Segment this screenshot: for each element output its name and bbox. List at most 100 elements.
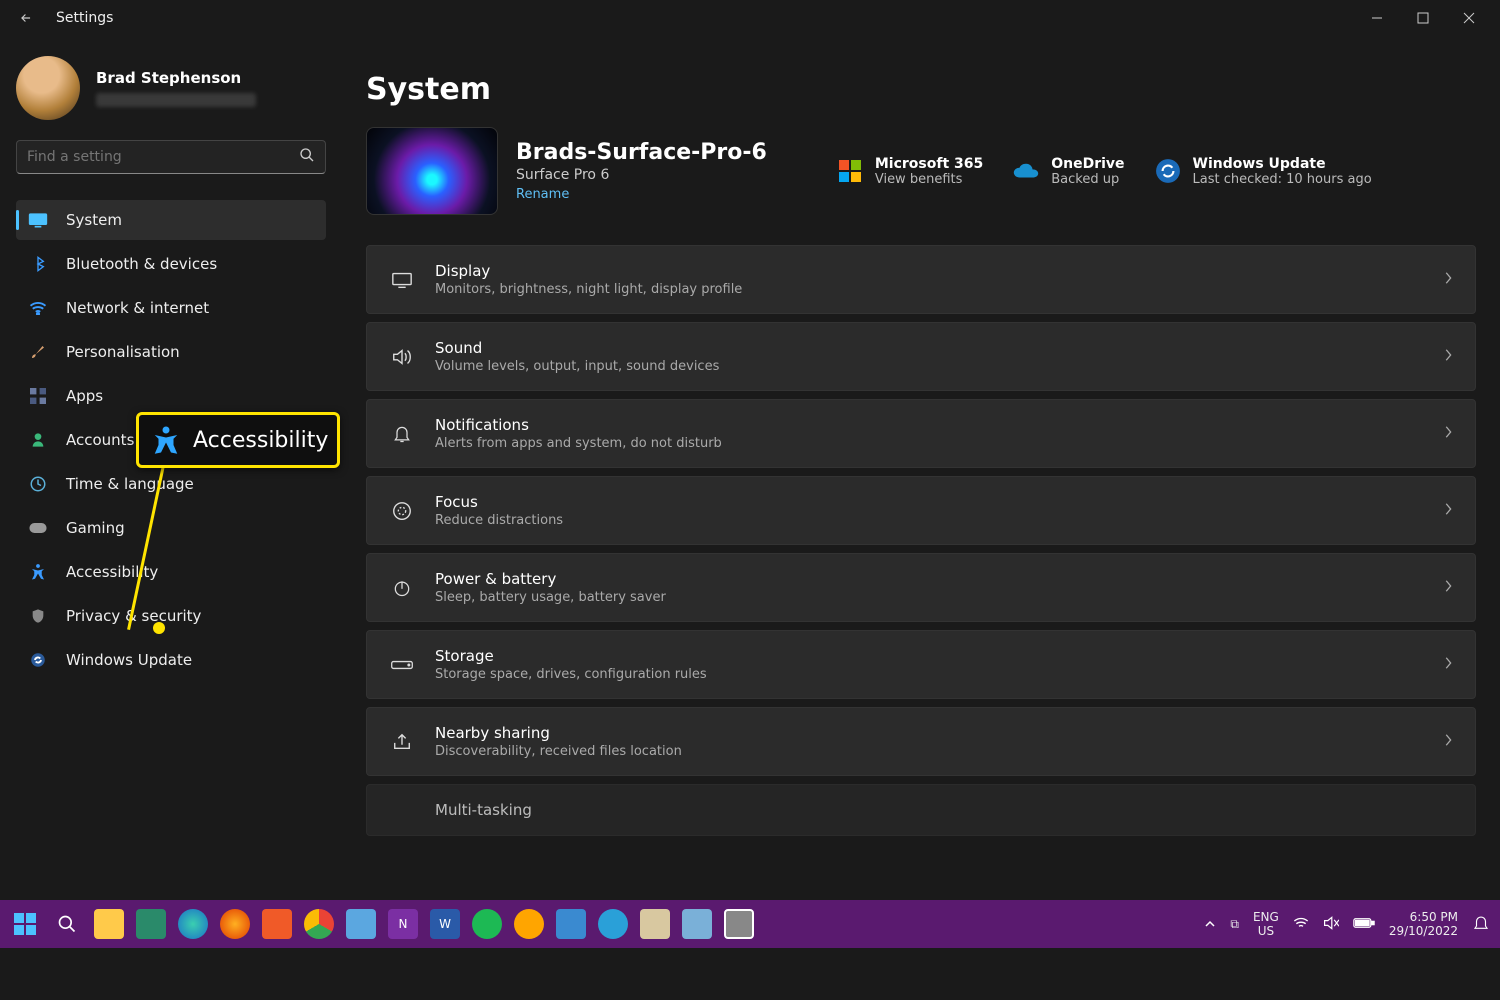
device-name: Brads-Surface-Pro-6	[516, 140, 767, 165]
settings-icon[interactable]	[724, 909, 754, 939]
maximize-button[interactable]	[1400, 2, 1446, 34]
file-explorer-icon[interactable]	[94, 909, 124, 939]
firefox-icon[interactable]	[220, 909, 250, 939]
row-sub: Sleep, battery usage, battery saver	[435, 590, 1423, 605]
chip-sub: View benefits	[875, 172, 983, 187]
clock-globe-icon	[28, 475, 48, 493]
app-icon[interactable]	[346, 909, 376, 939]
nav-network[interactable]: Network & internet	[16, 288, 326, 328]
nav-label: Gaming	[66, 519, 125, 537]
row-display[interactable]: DisplayMonitors, brightness, night light…	[366, 245, 1476, 314]
row-sub: Reduce distractions	[435, 513, 1423, 528]
nav-bluetooth[interactable]: Bluetooth & devices	[16, 244, 326, 284]
telegram-icon[interactable]	[598, 909, 628, 939]
minimize-button[interactable]	[1354, 2, 1400, 34]
update-icon	[28, 651, 48, 669]
accessibility-icon	[28, 563, 48, 581]
row-sound[interactable]: Sound Volume levels, output, input, sound…	[366, 322, 1476, 391]
onenote-icon[interactable]: N	[388, 909, 418, 939]
row-title: Notifications	[435, 416, 1423, 434]
chevron-right-icon	[1443, 424, 1453, 443]
app-icon[interactable]	[556, 909, 586, 939]
chip-title: OneDrive	[1051, 156, 1124, 172]
brave-icon[interactable]	[262, 909, 292, 939]
dropbox-tray-icon[interactable]: ⧉	[1230, 917, 1239, 932]
chevron-right-icon	[1443, 501, 1453, 520]
chip-title: Windows Update	[1193, 156, 1372, 172]
display-icon	[389, 271, 415, 289]
language-indicator[interactable]: ENGUS	[1253, 910, 1279, 939]
app-icon[interactable]	[640, 909, 670, 939]
nav-list: System Bluetooth & devices Network & int…	[16, 200, 326, 680]
user-email-blurred	[96, 93, 256, 107]
chip-title: Microsoft 365	[875, 156, 983, 172]
titlebar: Settings	[0, 0, 1500, 36]
device-rename-link[interactable]: Rename	[516, 187, 767, 202]
word-icon[interactable]: W	[430, 909, 460, 939]
row-sub: Volume levels, output, input, sound devi…	[435, 359, 1423, 374]
edge-icon[interactable]	[178, 909, 208, 939]
chip-windows-update[interactable]: Windows UpdateLast checked: 10 hours ago	[1155, 156, 1372, 187]
row-title: Storage	[435, 647, 1423, 665]
wifi-tray-icon[interactable]	[1293, 917, 1309, 932]
nav-accessibility[interactable]: Accessibility	[16, 552, 326, 592]
row-sub: Storage space, drives, configuration rul…	[435, 667, 1423, 682]
clock[interactable]: 6:50 PM29/10/2022	[1389, 910, 1458, 939]
back-button[interactable]	[8, 0, 44, 36]
onedrive-icon	[1013, 158, 1039, 184]
close-button[interactable]	[1446, 2, 1492, 34]
taskbar[interactable]: N W ⧉ ENGUS 6:50 PM29/10/2022	[0, 900, 1500, 948]
chip-sub: Backed up	[1051, 172, 1124, 187]
nav-label: Time & language	[66, 475, 194, 493]
row-storage[interactable]: Storage Storage space, drives, configurat…	[366, 630, 1476, 699]
row-multitasking[interactable]: Multi-tasking	[366, 784, 1476, 836]
nav-personalisation[interactable]: Personalisation	[16, 332, 326, 372]
nav-system[interactable]: System	[16, 200, 326, 240]
row-nearby-sharing[interactable]: Nearby sharing Discoverability, received …	[366, 707, 1476, 776]
nav-apps[interactable]: Apps	[16, 376, 326, 416]
row-title: Focus	[435, 493, 1423, 511]
row-focus[interactable]: Focus Reduce distractions	[366, 476, 1476, 545]
taskbar-search-icon[interactable]	[52, 909, 82, 939]
nav-windows-update[interactable]: Windows Update	[16, 640, 326, 680]
chevron-right-icon	[1443, 347, 1453, 366]
main-content: System Brads-Surface-Pro-6 Surface Pro 6…	[342, 36, 1500, 900]
notifications-tray-icon[interactable]	[1472, 914, 1490, 935]
chip-onedrive[interactable]: OneDriveBacked up	[1013, 156, 1124, 187]
chevron-right-icon	[1443, 655, 1453, 674]
row-notifications[interactable]: NotificationsAlerts from apps and system…	[366, 399, 1476, 468]
spotify-icon[interactable]	[472, 909, 502, 939]
row-title: Multi-tasking	[435, 801, 1453, 819]
user-block[interactable]: Brad Stephenson	[16, 48, 326, 132]
chip-m365[interactable]: Microsoft 365View benefits	[837, 156, 983, 187]
row-power[interactable]: Power & battery Sleep, battery usage, bat…	[366, 553, 1476, 622]
chrome-icon[interactable]	[304, 909, 334, 939]
nav-label: Accounts	[66, 431, 134, 449]
chevron-right-icon	[1443, 578, 1453, 597]
app-icon[interactable]	[514, 909, 544, 939]
brush-icon	[28, 343, 48, 361]
tray-chevron-up-icon[interactable]	[1204, 917, 1216, 931]
nav-label: System	[66, 211, 122, 229]
chip-sub: Last checked: 10 hours ago	[1193, 172, 1372, 187]
row-title: Sound	[435, 339, 1423, 357]
search-input[interactable]	[27, 149, 299, 165]
row-sub: Monitors, brightness, night light, displ…	[435, 282, 1423, 297]
row-title: Nearby sharing	[435, 724, 1423, 742]
start-button[interactable]	[10, 909, 40, 939]
row-title: Power & battery	[435, 570, 1423, 588]
row-sub: Discoverability, received files location	[435, 744, 1423, 759]
nav-time-language[interactable]: Time & language	[16, 464, 326, 504]
nav-privacy[interactable]: Privacy & security	[16, 596, 326, 636]
nav-gaming[interactable]: Gaming	[16, 508, 326, 548]
app-icon[interactable]	[136, 909, 166, 939]
volume-tray-icon[interactable]	[1323, 916, 1339, 933]
nav-label: Apps	[66, 387, 103, 405]
battery-tray-icon[interactable]	[1353, 917, 1375, 932]
power-icon	[389, 577, 415, 599]
bluetooth-icon	[28, 255, 48, 273]
nav-accounts[interactable]: Accounts	[16, 420, 326, 460]
notepad-icon[interactable]	[682, 909, 712, 939]
search-box[interactable]	[16, 140, 326, 174]
nav-label: Accessibility	[66, 563, 158, 581]
